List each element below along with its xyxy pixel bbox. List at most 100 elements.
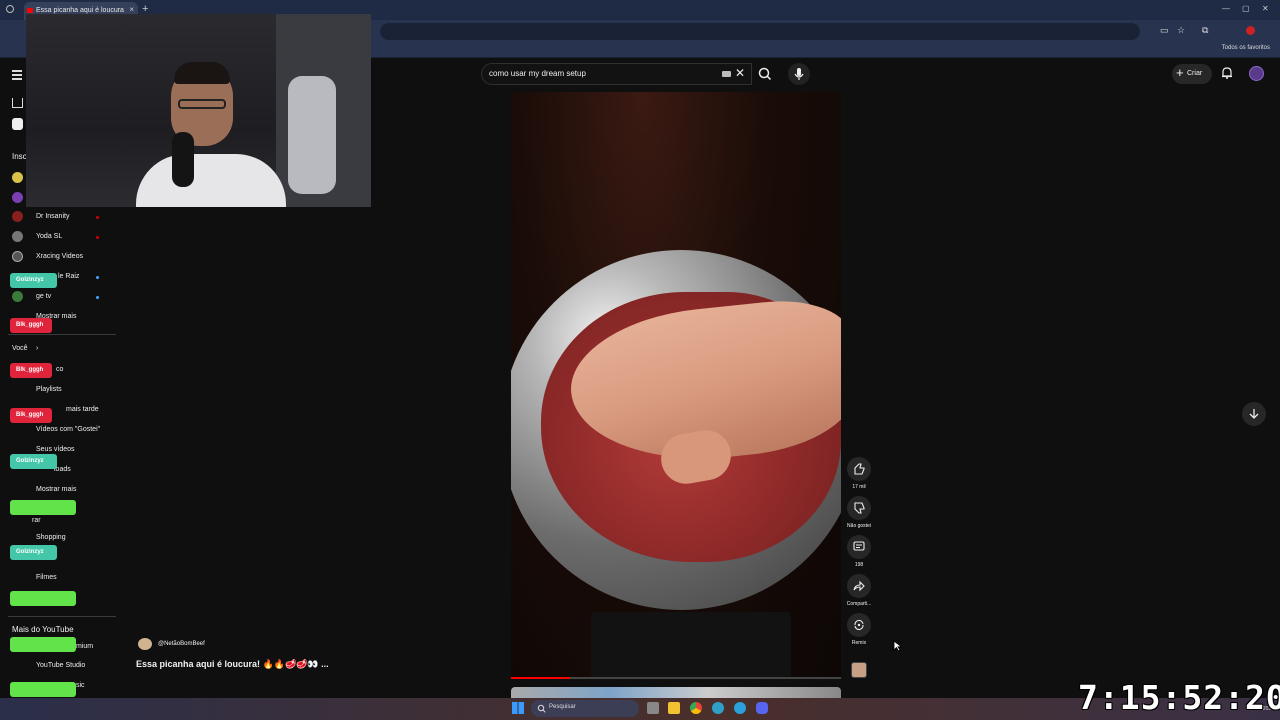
search-query[interactable]: como usar my dream setup [489, 69, 586, 78]
dislike-button[interactable] [847, 496, 871, 520]
menu-icon[interactable] [12, 70, 22, 82]
sound-channel-avatar[interactable] [851, 662, 867, 678]
sidebar-playlists[interactable]: Playlists [36, 386, 62, 400]
start-icon[interactable] [512, 702, 524, 714]
sidebar-channel-yoda[interactable]: Yoda SL [36, 233, 62, 247]
sidebar-watch-later[interactable]: mais tarde [66, 406, 99, 420]
clear-search-icon[interactable]: ✕ [735, 66, 745, 80]
comment-count: 198 [854, 562, 864, 568]
sidebar-channel-ge-tv[interactable]: ge tv [36, 293, 51, 307]
address-bar[interactable] [380, 23, 1140, 40]
comments-button[interactable] [847, 535, 871, 559]
thumbs-down-icon [854, 502, 865, 514]
discord-icon[interactable] [756, 702, 768, 714]
chat-username-badge: Golzinzyz [10, 454, 57, 469]
remix-button[interactable] [847, 613, 871, 637]
all-bookmarks-link[interactable]: Todos os favoritos [1222, 45, 1270, 51]
file-explorer-icon[interactable] [668, 702, 680, 714]
dislike-action[interactable]: Não gostei [845, 496, 873, 529]
chat-username-badge [10, 682, 76, 697]
chat-username-badge [10, 637, 76, 652]
like-count: 17 mil [852, 484, 866, 490]
sidebar-channel-dr-insanity[interactable]: Dr Insanity [36, 213, 69, 227]
sidebar-downloads[interactable]: loads [54, 466, 71, 480]
profile-icon[interactable] [1246, 26, 1255, 35]
next-short-button[interactable] [1242, 402, 1266, 426]
arrow-down-icon [1249, 409, 1259, 419]
taskbar-search[interactable]: Pesquisar [531, 700, 639, 717]
chat-username-badge: Blk_gggh [10, 408, 52, 423]
sidebar-explore[interactable]: rar [32, 517, 41, 531]
keyboard-icon[interactable] [722, 71, 731, 77]
like-action[interactable]: 17 mil [845, 457, 873, 490]
stream-timer: 7:15:52:20 [1078, 678, 1280, 717]
chevron-right-icon: › [36, 345, 39, 352]
home-icon[interactable] [12, 98, 23, 108]
bookmark-star-icon[interactable]: ☆ [1177, 25, 1185, 36]
shorts-icon[interactable] [12, 118, 23, 130]
sidebar-history[interactable]: co [56, 366, 63, 380]
chrome-icon[interactable] [690, 702, 702, 714]
cast-icon[interactable]: ▭ [1160, 25, 1169, 36]
sidebar-youtube-studio[interactable]: YouTube Studio [36, 662, 85, 676]
sidebar-channel-raiz[interactable]: le Raiz [58, 273, 79, 287]
create-label: Criar [1187, 70, 1203, 77]
channel-avatar-icon[interactable] [12, 251, 23, 262]
telegram-icon[interactable] [734, 702, 746, 714]
share-label: Comparti... [846, 601, 872, 607]
chat-username-badge: Blk_gggh [10, 363, 52, 378]
sidebar-divider [8, 616, 116, 617]
remix-label: Remix [851, 640, 867, 646]
channel-avatar-icon[interactable] [12, 192, 23, 203]
window-close-icon[interactable]: ✕ [1262, 4, 1269, 13]
task-view-icon[interactable] [647, 702, 659, 714]
share-button[interactable] [847, 574, 871, 598]
video-progress-bar[interactable] [511, 677, 841, 679]
tab-close-icon[interactable]: × [129, 5, 134, 14]
channel-avatar-icon[interactable] [12, 172, 23, 183]
channel-avatar-icon[interactable] [12, 231, 23, 242]
thumbs-up-icon [854, 463, 865, 475]
maximize-icon[interactable]: ▢ [1242, 4, 1250, 13]
sidebar-liked-videos[interactable]: Vídeos com "Gostei" [36, 426, 100, 440]
minimize-icon[interactable]: — [1222, 4, 1230, 13]
sidebar-movies[interactable]: Filmes [36, 574, 57, 588]
remix-icon [854, 619, 864, 631]
tab-title: Essa picanha aqui é loucura [36, 7, 124, 14]
like-button[interactable] [847, 457, 871, 481]
subscriptions-title: Insc [12, 152, 27, 161]
remix-action[interactable]: Remix [845, 613, 873, 646]
share-action[interactable]: Comparti... [845, 574, 873, 607]
stove-image [591, 612, 791, 679]
sidebar-youtube-music[interactable]: sic [76, 682, 85, 696]
channel-avatar[interactable] [138, 638, 152, 650]
youtube-favicon-icon [27, 8, 33, 13]
channel-avatar-icon[interactable] [12, 291, 23, 302]
comment-icon [853, 541, 865, 551]
browser-app-icon[interactable] [712, 702, 724, 714]
plus-icon: + [1176, 65, 1184, 80]
short-video-player[interactable] [511, 92, 841, 679]
microphone-icon [794, 68, 804, 80]
notifications-button[interactable] [1220, 66, 1234, 85]
bell-icon [1222, 67, 1232, 79]
comments-action[interactable]: 198 [845, 535, 873, 568]
sidebar-premium[interactable]: mium [76, 643, 93, 657]
mouse-cursor-icon [893, 640, 903, 652]
account-avatar[interactable] [1249, 66, 1264, 81]
short-title[interactable]: Essa picanha aqui é loucura! 🔥🔥🥩🥩👀 ... [136, 659, 329, 670]
search-icon [758, 67, 772, 81]
voice-search-button[interactable] [788, 63, 810, 85]
search-button[interactable] [752, 63, 778, 85]
new-content-indicator [96, 296, 99, 299]
show-more-you[interactable]: Mostrar mais [36, 486, 76, 500]
you-section-title[interactable]: Você [12, 345, 28, 359]
create-button[interactable]: + Criar [1172, 64, 1212, 84]
more-from-youtube-title: Mais do YouTube [12, 625, 74, 634]
channel-avatar-icon[interactable] [12, 211, 23, 222]
channel-handle[interactable]: @NetãoBomBeef [158, 641, 205, 647]
extensions-icon[interactable]: ⧉ [1202, 25, 1208, 36]
sidebar-channel-xracing[interactable]: Xracing Videos [36, 253, 83, 267]
chat-username-badge: Golzinzyz [10, 273, 57, 288]
tab-search-icon[interactable] [6, 5, 14, 13]
